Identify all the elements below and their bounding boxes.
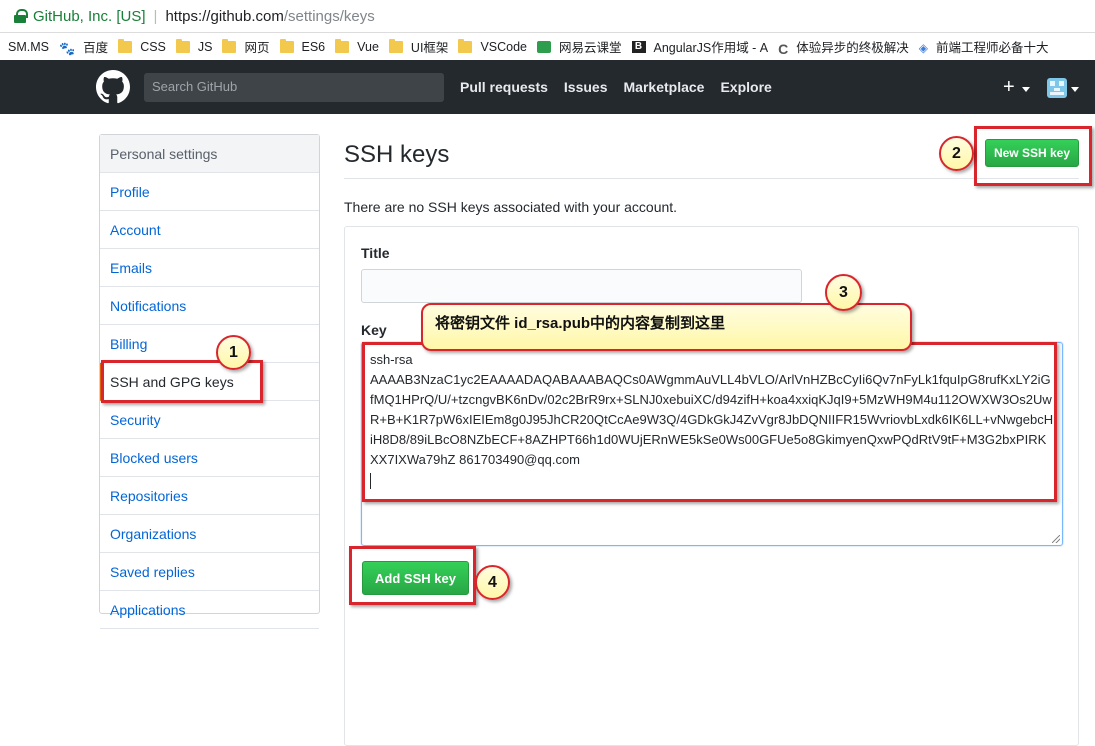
- bookmark-smms[interactable]: SM.MS: [8, 40, 49, 54]
- folder-icon: [118, 38, 133, 53]
- bookmark-angularjs[interactable]: B AngularJS作用域 - A: [631, 37, 769, 56]
- sidebar-item-blocked-users[interactable]: Blocked users: [100, 439, 319, 477]
- nav-issues[interactable]: Issues: [564, 79, 608, 95]
- sidebar-item-applications[interactable]: Applications: [100, 591, 319, 629]
- sidebar-item-emails[interactable]: Emails: [100, 249, 319, 287]
- bookmarks-bar: SM.MS 🐾 百度 CSS JS 网页 ES6 Vue UI框架 VSCode …: [0, 33, 1095, 60]
- sidebar-item-security[interactable]: Security: [100, 401, 319, 439]
- bookmark-vscode[interactable]: VSCode: [458, 38, 527, 54]
- highlight-add-ssh-key: [349, 546, 476, 605]
- sidebar-item-organizations[interactable]: Organizations: [100, 515, 319, 553]
- no-keys-message: There are no SSH keys associated with yo…: [344, 199, 678, 215]
- highlight-new-ssh-key: [974, 126, 1092, 186]
- github-header: Search GitHub Pull requests Issues Marke…: [0, 60, 1095, 114]
- step-marker-2: 2: [939, 136, 974, 171]
- sidebar-item-billing[interactable]: Billing: [100, 325, 319, 363]
- title-label: Title: [361, 245, 390, 261]
- folder-icon: [175, 38, 190, 53]
- folder-icon: [279, 38, 294, 53]
- bookmark-label: 前端工程师必备十大: [936, 41, 1049, 55]
- chevron-down-icon[interactable]: [1071, 87, 1079, 92]
- bookmark-css[interactable]: CSS: [118, 38, 166, 54]
- bookmark-label: 网易云课堂: [559, 41, 622, 55]
- folder-icon: [388, 38, 403, 53]
- sidebar-item-account[interactable]: Account: [100, 211, 319, 249]
- bookmark-ui-framework[interactable]: UI框架: [388, 37, 449, 56]
- bookmark-webpage[interactable]: 网页: [222, 37, 270, 56]
- bookmark-label: VSCode: [480, 39, 527, 54]
- url-path[interactable]: /settings/keys: [284, 8, 375, 25]
- page-title: SSH keys: [344, 141, 450, 168]
- site-identity[interactable]: GitHub, Inc. [US]: [33, 8, 146, 25]
- bookmark-es6[interactable]: ES6: [279, 38, 326, 54]
- step-marker-1: 1: [216, 335, 251, 370]
- bookmark-baidu[interactable]: 🐾 百度: [59, 37, 108, 56]
- bookmark-js[interactable]: JS: [175, 38, 213, 54]
- green-square-icon: [537, 40, 551, 53]
- bookmark-label: 体验异步的终极解决: [796, 41, 909, 55]
- sidebar-item-notifications[interactable]: Notifications: [100, 287, 319, 325]
- bookmark-label: SM.MS: [8, 39, 49, 54]
- bookmark-label: UI框架: [410, 41, 449, 55]
- bookmark-async[interactable]: C 体验异步的终极解决: [778, 37, 909, 57]
- c-icon: C: [778, 40, 789, 57]
- sidebar-item-repositories[interactable]: Repositories: [100, 477, 319, 515]
- bookmark-label: 网页: [244, 41, 270, 55]
- github-search-input[interactable]: Search GitHub: [144, 73, 444, 102]
- lock-icon: [14, 9, 28, 23]
- bookmark-netease-study[interactable]: 网易云课堂: [537, 37, 622, 56]
- github-octocat-icon[interactable]: [96, 70, 130, 104]
- create-new-plus-icon[interactable]: +: [1003, 76, 1015, 99]
- url-host[interactable]: https://github.com: [165, 8, 283, 25]
- step-marker-3: 3: [825, 274, 862, 311]
- folder-icon: [458, 38, 473, 53]
- bookmark-label: AngularJS作用域 - A: [653, 41, 769, 55]
- folder-icon: [222, 38, 237, 53]
- v-icon: ◈: [918, 40, 929, 55]
- nav-marketplace[interactable]: Marketplace: [624, 79, 705, 95]
- resize-handle-icon[interactable]: [1052, 535, 1060, 543]
- avatar[interactable]: [1047, 78, 1067, 98]
- bookmark-label: JS: [197, 39, 213, 54]
- folder-icon: [335, 38, 350, 53]
- nav-explore[interactable]: Explore: [720, 79, 771, 95]
- sidebar-item-profile[interactable]: Profile: [100, 173, 319, 211]
- bookmark-frontend[interactable]: ◈ 前端工程师必备十大: [919, 37, 1049, 56]
- bookmark-label: Vue: [357, 39, 379, 54]
- title-input[interactable]: [361, 269, 802, 303]
- baidu-paw-icon: 🐾: [58, 40, 76, 56]
- highlight-key-textarea: [362, 342, 1057, 502]
- sidebar-heading: Personal settings: [100, 135, 319, 173]
- bookmark-vue[interactable]: Vue: [335, 38, 379, 54]
- sidebar-item-saved-replies[interactable]: Saved replies: [100, 553, 319, 591]
- chevron-down-icon[interactable]: [1022, 87, 1030, 92]
- address-separator: |: [153, 7, 158, 25]
- nav-pull-requests[interactable]: Pull requests: [460, 79, 548, 95]
- b-icon: B: [631, 40, 646, 53]
- bookmark-label: ES6: [301, 39, 326, 54]
- step-marker-4: 4: [475, 565, 510, 600]
- key-label: Key: [361, 322, 387, 338]
- github-nav: Pull requests Issues Marketplace Explore: [460, 79, 788, 95]
- bookmark-label: CSS: [140, 39, 166, 54]
- bookmark-label: 百度: [83, 41, 109, 55]
- browser-address-bar[interactable]: GitHub, Inc. [US] | https://github.com/s…: [0, 0, 1095, 33]
